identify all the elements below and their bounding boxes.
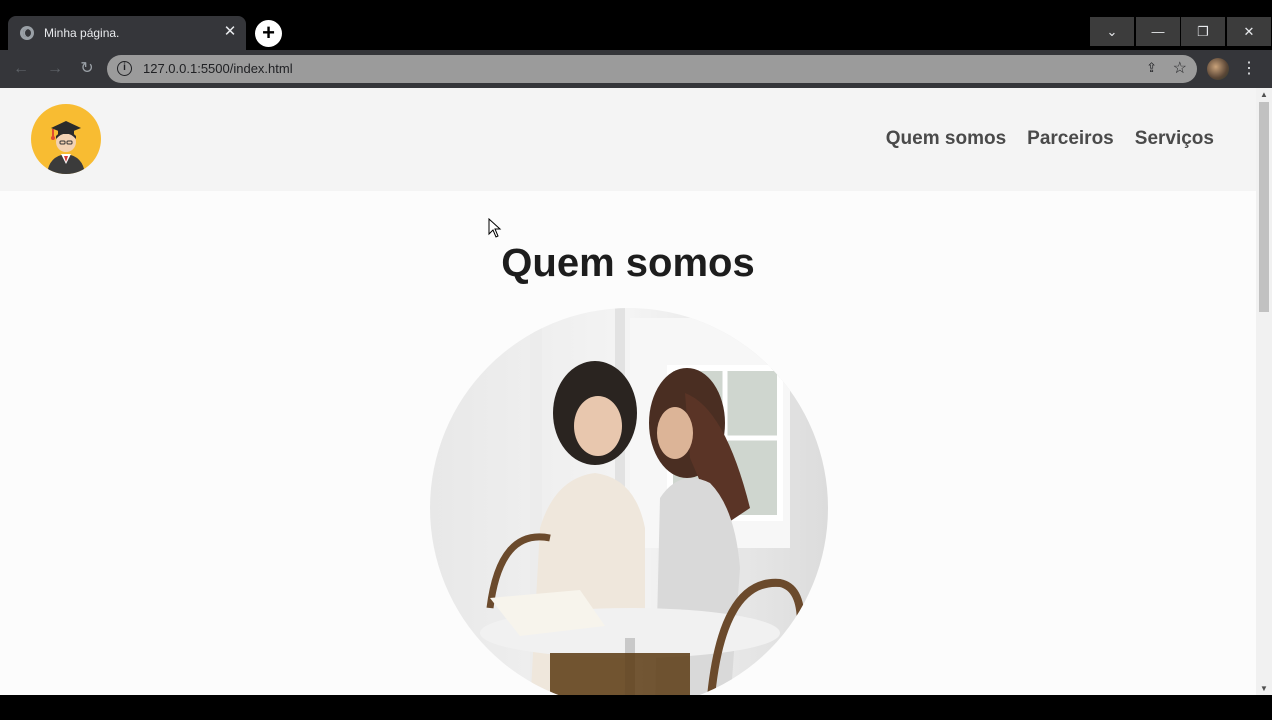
minimize-button[interactable]: —: [1136, 17, 1180, 46]
profile-avatar[interactable]: [1207, 58, 1229, 80]
page-viewport: Quem somos Parceiros Serviços Quem somos: [0, 88, 1256, 695]
site-header: Quem somos Parceiros Serviços: [0, 88, 1256, 191]
main-nav: Quem somos Parceiros Serviços: [886, 128, 1214, 150]
restore-button[interactable]: ❐: [1181, 17, 1225, 46]
url-text[interactable]: 127.0.0.1:5500/index.html: [143, 61, 293, 76]
page-title: Quem somos: [501, 241, 755, 285]
nav-link-quem-somos[interactable]: Quem somos: [886, 128, 1006, 150]
browser-tab[interactable]: Minha página. ✕: [8, 16, 246, 50]
logo[interactable]: [31, 104, 101, 174]
bottom-bar: [0, 695, 1272, 720]
tab-search-dropdown-icon[interactable]: ⌄: [1090, 17, 1134, 46]
scrollbar-thumb[interactable]: [1259, 102, 1269, 312]
mouse-cursor-icon: [488, 218, 502, 238]
kebab-menu-icon[interactable]: ⋮: [1241, 58, 1257, 80]
graduate-icon: [47, 121, 85, 174]
tab-title: Minha página.: [44, 26, 120, 40]
tab-strip: Minha página. ✕ + ⌄ — ❐ ✕: [0, 0, 1272, 50]
scroll-down-icon[interactable]: ▼: [1260, 684, 1268, 693]
globe-icon: [20, 26, 34, 40]
nav-link-servicos[interactable]: Serviços: [1135, 128, 1214, 150]
reload-icon[interactable]: ↻: [76, 58, 98, 80]
vertical-scrollbar[interactable]: ▲ ▼: [1256, 88, 1272, 695]
new-tab-button[interactable]: +: [255, 20, 282, 47]
forward-arrow-icon[interactable]: →: [44, 58, 66, 80]
browser-toolbar: ← → ↻ i 127.0.0.1:5500/index.html ⇪ ☆ ⋮: [0, 50, 1272, 88]
site-info-icon[interactable]: i: [117, 61, 132, 76]
nav-link-parceiros[interactable]: Parceiros: [1027, 128, 1114, 150]
scroll-up-icon[interactable]: ▲: [1260, 90, 1268, 99]
bookmark-star-icon[interactable]: ☆: [1173, 58, 1187, 78]
address-bar[interactable]: i 127.0.0.1:5500/index.html ⇪ ☆: [107, 55, 1197, 83]
back-arrow-icon[interactable]: ←: [10, 58, 32, 80]
close-window-button[interactable]: ✕: [1227, 17, 1271, 46]
share-icon[interactable]: ⇪: [1146, 60, 1157, 76]
tab-close-icon[interactable]: ✕: [220, 22, 240, 42]
about-photo: [430, 308, 828, 695]
